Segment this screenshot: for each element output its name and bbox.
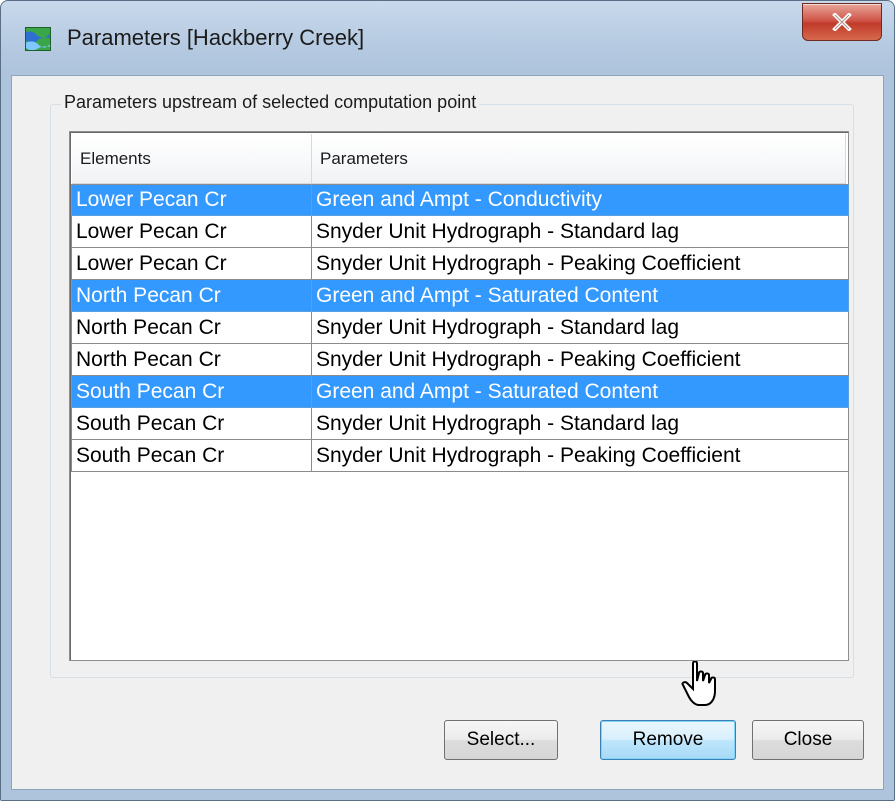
cell-element[interactable]: South Pecan Cr bbox=[71, 376, 312, 408]
table-header: Elements Parameters bbox=[72, 134, 846, 184]
cell-parameter[interactable]: Green and Ampt - Conductivity bbox=[312, 184, 849, 216]
cell-element[interactable]: Lower Pecan Cr bbox=[71, 216, 312, 248]
cell-parameter[interactable]: Green and Ampt - Saturated Content bbox=[312, 280, 849, 312]
table-row[interactable]: North Pecan Cr Snyder Unit Hydrograph - P… bbox=[71, 344, 849, 376]
cell-element[interactable]: Lower Pecan Cr bbox=[71, 184, 312, 216]
parameters-group-box: Parameters upstream of selected computat… bbox=[50, 92, 854, 678]
cell-parameter[interactable]: Green and Ampt - Saturated Content bbox=[312, 376, 849, 408]
dialog-client-area: Parameters upstream of selected computat… bbox=[11, 75, 884, 790]
table-row[interactable]: North Pecan Cr Green and Ampt - Saturated… bbox=[71, 280, 849, 312]
column-header-elements[interactable]: Elements bbox=[72, 134, 312, 184]
table-row[interactable]: South Pecan Cr Snyder Unit Hydrograph - S… bbox=[71, 408, 849, 440]
cell-parameter[interactable]: Snyder Unit Hydrograph - Peaking Coeffic… bbox=[312, 248, 849, 280]
remove-button[interactable]: Remove bbox=[600, 720, 736, 760]
column-header-parameters[interactable]: Parameters bbox=[312, 134, 846, 184]
table-row[interactable]: North Pecan Cr Snyder Unit Hydrograph - S… bbox=[71, 312, 849, 344]
cell-element[interactable]: Lower Pecan Cr bbox=[71, 248, 312, 280]
table-row[interactable]: Lower Pecan Cr Snyder Unit Hydrograph - S… bbox=[71, 216, 849, 248]
cell-parameter[interactable]: Snyder Unit Hydrograph - Standard lag bbox=[312, 312, 849, 344]
cell-element[interactable]: North Pecan Cr bbox=[71, 344, 312, 376]
table-row[interactable]: Lower Pecan Cr Green and Ampt - Conductiv… bbox=[71, 184, 849, 216]
table-row[interactable]: Lower Pecan Cr Snyder Unit Hydrograph - P… bbox=[71, 248, 849, 280]
select-button[interactable]: Select... bbox=[444, 720, 558, 760]
cell-element[interactable]: South Pecan Cr bbox=[71, 408, 312, 440]
cell-parameter[interactable]: Snyder Unit Hydrograph - Peaking Coeffic… bbox=[312, 440, 849, 472]
cell-parameter[interactable]: Snyder Unit Hydrograph - Peaking Coeffic… bbox=[312, 344, 849, 376]
table-row[interactable]: South Pecan Cr Snyder Unit Hydrograph - P… bbox=[71, 440, 849, 472]
table-body: Lower Pecan Cr Green and Ampt - Conductiv… bbox=[71, 184, 849, 472]
cell-parameter[interactable]: Snyder Unit Hydrograph - Standard lag bbox=[312, 216, 849, 248]
window-close-button[interactable] bbox=[802, 3, 882, 41]
window-title: Parameters [Hackberry Creek] bbox=[67, 25, 365, 50]
close-icon bbox=[832, 13, 852, 31]
cell-parameter[interactable]: Snyder Unit Hydrograph - Standard lag bbox=[312, 408, 849, 440]
mouse-pointer-icon bbox=[681, 660, 721, 709]
group-legend: Parameters upstream of selected computat… bbox=[61, 92, 480, 113]
cell-element[interactable]: North Pecan Cr bbox=[71, 280, 312, 312]
table-row[interactable]: South Pecan Cr Green and Ampt - Saturated… bbox=[71, 376, 849, 408]
parameters-dialog: Parameters [Hackberry Creek] Parameters … bbox=[0, 0, 895, 801]
close-button[interactable]: Close bbox=[752, 720, 864, 760]
cell-element[interactable]: North Pecan Cr bbox=[71, 312, 312, 344]
title-bar[interactable]: Parameters [Hackberry Creek] bbox=[1, 1, 894, 75]
app-icon bbox=[25, 27, 51, 51]
cell-element[interactable]: South Pecan Cr bbox=[71, 440, 312, 472]
parameters-table[interactable]: Elements Parameters Lower Pecan Cr Green … bbox=[69, 131, 849, 661]
